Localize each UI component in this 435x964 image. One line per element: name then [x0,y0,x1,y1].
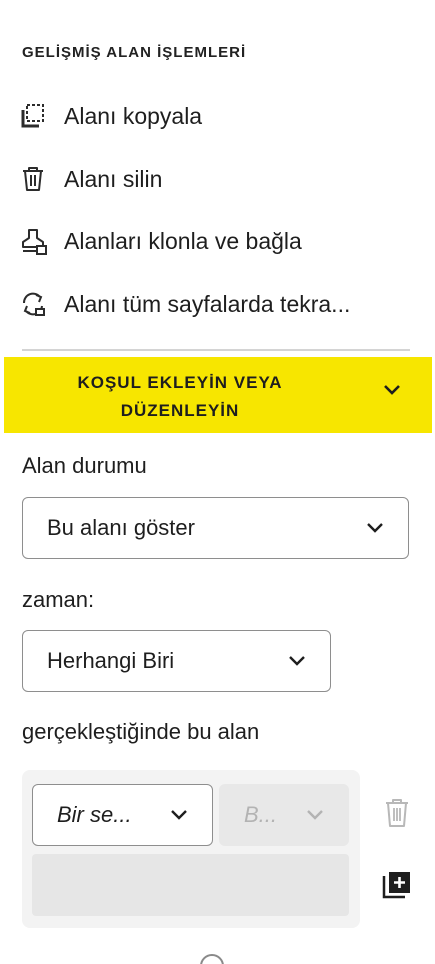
add-edit-condition-title: KOŞUL EKLEYİN VEYA DÜZENLEYİN [10,369,350,425]
repeat-pages-icon [18,289,48,319]
repeat-field-all-pages-label: Alanı tüm sayfalarda tekra... [64,290,351,317]
chevron-down-icon[interactable] [380,378,404,402]
delete-field-label: Alanı silin [64,165,163,192]
copy-field-icon [18,101,48,131]
condition-title-line2: DÜZENLEYİN [120,401,240,420]
trash-icon [18,164,48,194]
add-condition-icon[interactable] [380,868,414,902]
condition-title-line1: KOŞUL EKLEYİN VEYA [77,373,283,392]
field-state-value: Bu alanı göster [47,515,195,540]
when-label: zaman: [22,587,95,612]
rule-value-placeholder [32,854,349,916]
repeat-field-all-pages-action[interactable]: Alanı tüm sayfalarda tekra... [18,286,418,322]
trash-icon[interactable] [380,796,414,830]
chevron-down-icon [286,650,308,672]
rule-operator-select: B... [219,784,349,846]
when-value: Herhangi Biri [47,648,175,673]
copy-field-label: Alanı kopyala [64,102,203,129]
rule-operator-value: B... [244,802,278,827]
chevron-down-icon [304,804,326,826]
delete-field-action[interactable]: Alanı silin [18,161,418,197]
chevron-down-icon [364,517,386,539]
rule-field-value: Bir se... [57,802,132,827]
chevron-down-icon [168,804,190,826]
field-state-label: Alan durumu [22,453,147,478]
clone-link-fields-action[interactable]: Alanları klonla ve bağla [18,223,418,259]
occurs-label: gerçekleştiğinde bu alan [22,719,260,744]
advanced-field-actions-title: GELİŞMİŞ ALAN İŞLEMLERİ [22,44,247,61]
copy-field-action[interactable]: Alanı kopyala [18,98,418,134]
rule-field-select[interactable]: Bir se... [32,784,213,846]
clone-stamp-icon [18,226,48,256]
section-divider [22,349,410,351]
clone-link-fields-label: Alanları klonla ve bağla [64,227,302,254]
add-edit-condition-header[interactable]: KOŞUL EKLEYİN VEYA DÜZENLEYİN [10,362,412,432]
field-state-select[interactable]: Bu alanı göster [22,497,409,559]
loading-indicator-icon [200,954,224,964]
when-select[interactable]: Herhangi Biri [22,630,331,692]
